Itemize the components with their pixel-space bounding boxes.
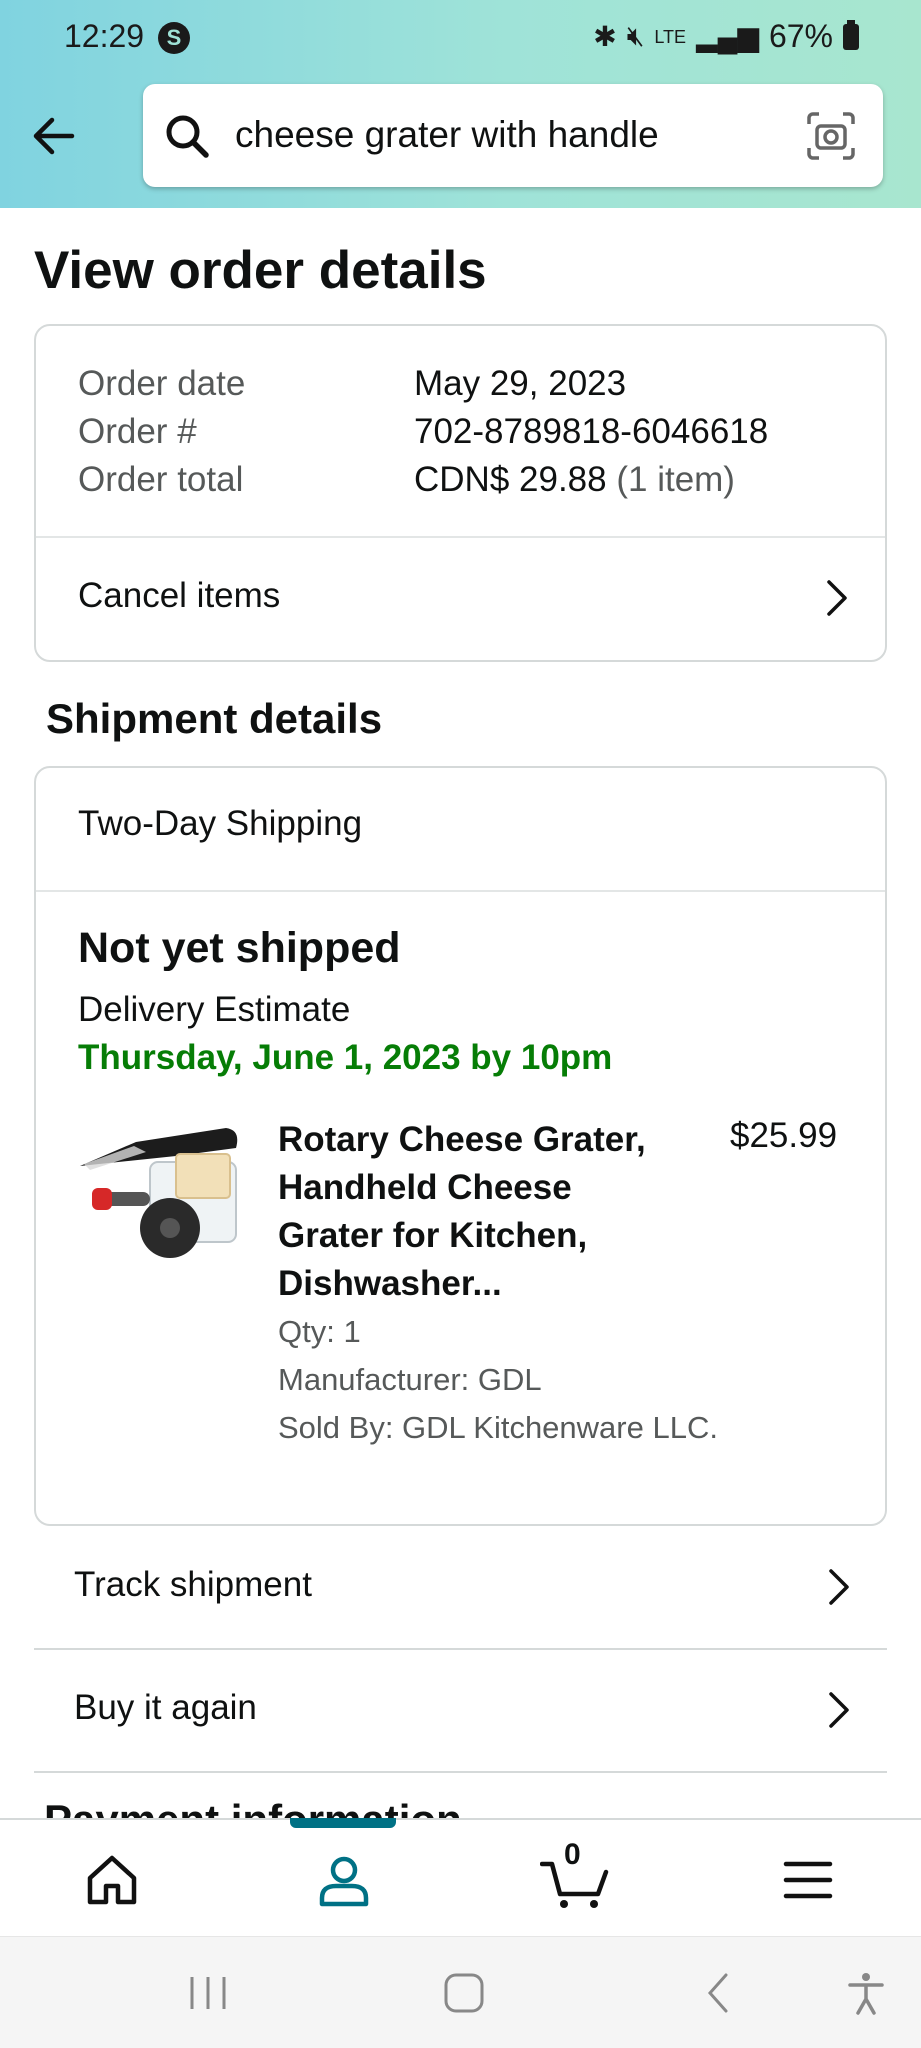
home-button-icon[interactable]: [440, 1969, 488, 2017]
order-total-items: (1 item): [616, 460, 735, 499]
order-total-value: CDN$ 29.88 (1 item): [414, 460, 735, 500]
search-input[interactable]: cheese grater with handle: [143, 84, 883, 187]
order-total-amount: CDN$ 29.88: [414, 460, 607, 499]
product-price: $25.99: [730, 1116, 838, 1155]
account-icon[interactable]: [314, 1850, 374, 1910]
order-total-label: Order total: [78, 460, 244, 499]
back-arrow-icon[interactable]: [28, 110, 80, 162]
search-query: cheese grater with handle: [235, 114, 659, 155]
signal-bars-icon: ▂▄▆: [696, 21, 759, 52]
buy-again-row[interactable]: Buy it again: [34, 1650, 887, 1773]
back-button-icon[interactable]: [696, 1969, 744, 2017]
shipment-card: Two-Day Shipping Not yet shipped Deliver…: [34, 766, 887, 1526]
search-icon: [166, 115, 209, 158]
battery-percent: 67%: [768, 18, 833, 54]
delivery-estimate-date: Thursday, June 1, 2023 by 10pm: [78, 1038, 613, 1077]
chevron-right-icon: [829, 1569, 849, 1605]
divider: [36, 890, 885, 892]
bluetooth-icon: ✱: [593, 21, 617, 52]
product-title-line: Handheld Cheese: [278, 1168, 572, 1207]
order-date-value: May 29, 2023: [414, 364, 627, 403]
status-indicators: ✱ 🔇︎ LTE ▂▄▆ 67%: [593, 18, 859, 55]
product-title-line: Dishwasher...: [278, 1264, 502, 1303]
product-seller: Sold By: GDL Kitchenware LLC.: [278, 1410, 718, 1445]
system-nav-bar: [0, 1936, 921, 2048]
payment-information-title: Payment information: [44, 1796, 462, 1820]
home-icon[interactable]: [82, 1850, 142, 1910]
shipment-status: Not yet shipped: [78, 924, 401, 972]
battery-icon: [843, 19, 859, 50]
app-notification-icon: S: [158, 22, 190, 54]
product-title-link[interactable]: Rotary Cheese Grater, Handheld Cheese Gr…: [278, 1116, 678, 1308]
buy-again-label: Buy it again: [74, 1688, 257, 1727]
accessibility-icon[interactable]: [842, 1969, 890, 2017]
product-manufacturer: Manufacturer: GDL: [278, 1362, 542, 1397]
product-quantity: Qty: 1: [278, 1314, 361, 1349]
order-date-label: Order date: [78, 364, 246, 403]
order-number-value: 702-8789818-6046618: [414, 412, 769, 451]
cancel-items-label: Cancel items: [78, 576, 281, 615]
track-shipment-row[interactable]: Track shipment: [34, 1527, 887, 1650]
track-shipment-label: Track shipment: [74, 1565, 312, 1604]
shipment-details-title: Shipment details: [46, 695, 383, 742]
bottom-nav-bar: 0: [0, 1818, 921, 1936]
active-tab-indicator: [290, 1818, 396, 1828]
cart-count: 0: [564, 1838, 581, 1871]
product-title-line: Rotary Cheese Grater,: [278, 1120, 646, 1159]
delivery-estimate-label: Delivery Estimate: [78, 990, 351, 1029]
camera-search-icon[interactable]: [805, 110, 857, 162]
app-header: 12:29 S ✱ 🔇︎ LTE ▂▄▆ 67% cheese grater w…: [0, 0, 921, 208]
shipping-speed: Two-Day Shipping: [78, 804, 363, 843]
mute-icon: 🔇︎: [626, 20, 645, 51]
recent-apps-icon[interactable]: [184, 1969, 232, 2017]
product-title-line: Grater for Kitchen,: [278, 1216, 588, 1255]
menu-icon[interactable]: [778, 1850, 838, 1910]
order-number-label: Order #: [78, 412, 197, 451]
status-bar: 12:29 S ✱ 🔇︎ LTE ▂▄▆ 67%: [0, 0, 921, 76]
page-title: View order details: [34, 241, 487, 300]
lte-signal-icon: LTE: [654, 26, 687, 47]
status-time: 12:29: [64, 18, 145, 54]
product-image[interactable]: [76, 1118, 246, 1268]
cancel-items-row[interactable]: Cancel items: [36, 538, 885, 662]
chevron-right-icon: [827, 580, 847, 616]
order-summary-card: Order date May 29, 2023 Order # 702-8789…: [34, 324, 887, 662]
chevron-right-icon: [829, 1692, 849, 1728]
